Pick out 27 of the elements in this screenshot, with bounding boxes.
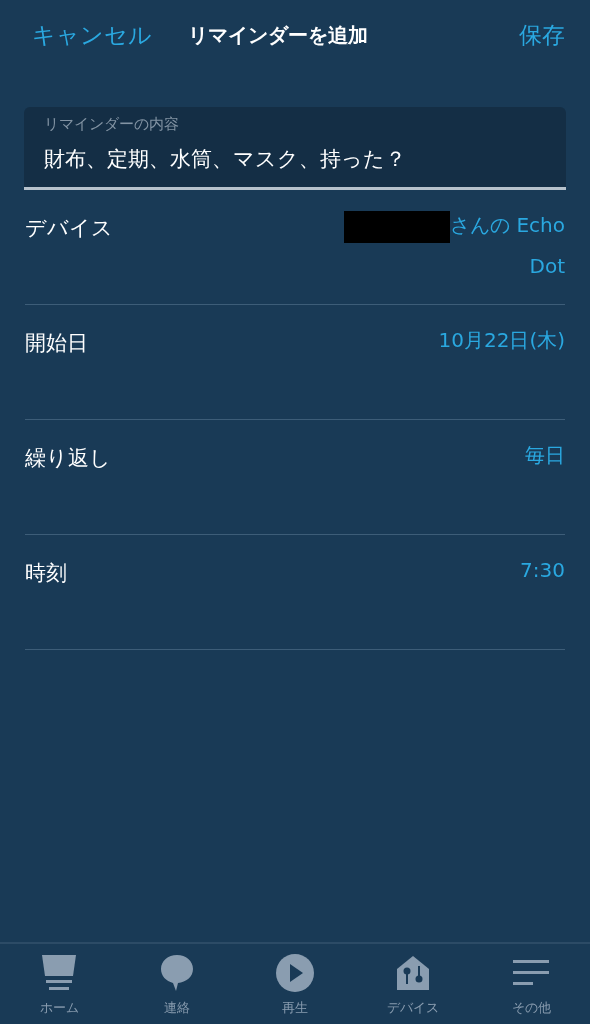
play-icon xyxy=(276,954,314,992)
cancel-button[interactable]: キャンセル xyxy=(32,17,152,53)
screen-title: リマインダーを追加 xyxy=(188,22,368,49)
tab-bar-item[interactable]: ホーム xyxy=(0,944,118,1024)
setting-row[interactable]: 開始日 10月22日(木) xyxy=(25,305,565,420)
field-label: リマインダーの内容 xyxy=(44,114,180,135)
setting-value: 10月22日(木) xyxy=(438,328,565,352)
tab-bar-item[interactable]: その他 xyxy=(472,944,590,1024)
tab-bar-item[interactable]: 再生 xyxy=(236,944,354,1024)
setting-label: 繰り返し xyxy=(25,445,111,472)
setting-value: 毎日 xyxy=(525,443,565,467)
setting-row[interactable]: デバイス さんの Echo Dot xyxy=(25,190,565,305)
reminder-field[interactable]: リマインダーの内容 財布、定期、水筒、マスク、持った？ xyxy=(24,107,566,190)
smart-home-icon xyxy=(396,954,430,992)
input-field[interactable]: 財布、定期、水筒、マスク、持った？ xyxy=(44,143,546,175)
setting-row[interactable]: 繰り返し 毎日 xyxy=(25,420,565,535)
setting-value: さんの Echo Dot xyxy=(450,213,565,278)
setting-value: 7:30 xyxy=(520,558,565,582)
setting-label: 時刻 xyxy=(25,560,67,587)
speech-bubble-icon xyxy=(160,954,194,992)
setting-label: デバイス xyxy=(25,215,113,242)
setting-row[interactable]: 時刻 7:30 xyxy=(25,535,565,650)
save-button[interactable]: 保存 xyxy=(519,17,565,53)
setting-label: 開始日 xyxy=(25,330,88,357)
home-icon xyxy=(41,954,77,992)
tab-bar-item[interactable]: デバイス xyxy=(354,944,472,1024)
tab-bar-item[interactable]: 連絡 xyxy=(118,944,236,1024)
